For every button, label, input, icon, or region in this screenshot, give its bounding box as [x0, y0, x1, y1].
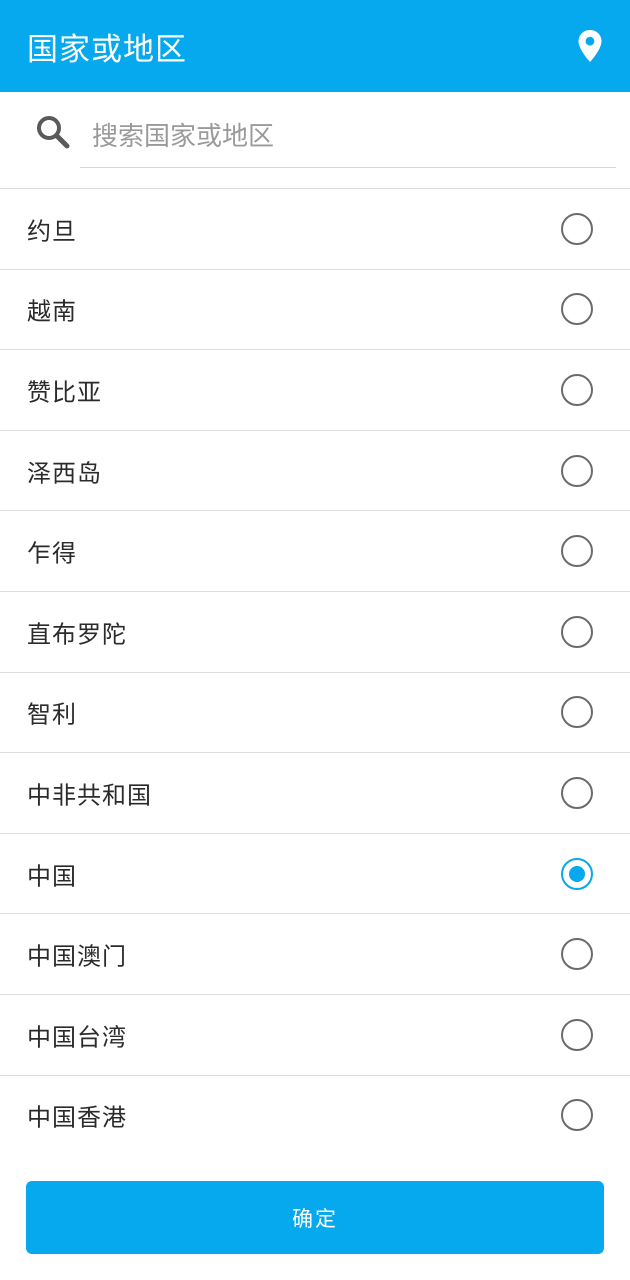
list-item[interactable]: 中国澳门 — [0, 914, 630, 995]
page-title: 国家或地区 — [27, 31, 187, 68]
country-label: 乍得 — [27, 539, 77, 568]
country-label: 约旦 — [27, 217, 77, 246]
country-label: 中国台湾 — [27, 1023, 127, 1052]
search-input[interactable] — [80, 106, 616, 168]
radio-dot — [569, 865, 585, 882]
radio-button[interactable] — [561, 776, 593, 809]
radio-button[interactable] — [561, 293, 593, 326]
list-item[interactable]: 中国 — [0, 834, 630, 915]
radio-button[interactable] — [561, 696, 593, 729]
list-item[interactable]: 约旦 — [0, 189, 630, 270]
radio-button[interactable] — [561, 212, 593, 245]
country-list: 约旦 越南 赞比亚 泽西岛 乍得 直布罗陀 智利 中非共和国 中国 中国澳门 中… — [0, 189, 630, 1155]
country-label: 赞比亚 — [27, 378, 102, 407]
search-bar — [0, 92, 630, 172]
map-pin-icon[interactable] — [576, 28, 604, 64]
radio-button[interactable] — [561, 535, 593, 568]
confirm-button[interactable]: 确定 — [26, 1181, 604, 1254]
country-label: 中非共和国 — [27, 781, 152, 810]
list-item[interactable]: 中国香港 — [0, 1076, 630, 1156]
radio-button[interactable] — [561, 1099, 593, 1132]
radio-button[interactable] — [561, 1018, 593, 1051]
radio-button[interactable] — [561, 454, 593, 487]
app-header: 国家或地区 — [0, 0, 630, 92]
radio-button[interactable] — [561, 373, 593, 406]
list-item[interactable]: 中非共和国 — [0, 753, 630, 834]
list-item[interactable]: 直布罗陀 — [0, 592, 630, 673]
list-item[interactable]: 乍得 — [0, 511, 630, 592]
radio-button[interactable] — [561, 938, 593, 971]
country-label: 越南 — [27, 297, 77, 326]
search-icon — [35, 114, 71, 150]
list-item[interactable]: 赞比亚 — [0, 350, 630, 431]
country-label: 中国澳门 — [27, 942, 127, 971]
radio-button[interactable] — [561, 615, 593, 648]
country-label: 泽西岛 — [27, 459, 102, 488]
radio-button[interactable] — [561, 857, 593, 890]
country-label: 智利 — [27, 700, 77, 729]
list-item[interactable]: 越南 — [0, 270, 630, 351]
country-label: 中国 — [27, 862, 77, 891]
country-label: 直布罗陀 — [27, 620, 127, 649]
list-item[interactable]: 智利 — [0, 673, 630, 754]
country-label: 中国香港 — [27, 1103, 127, 1132]
list-item[interactable]: 中国台湾 — [0, 995, 630, 1076]
list-item[interactable]: 泽西岛 — [0, 431, 630, 512]
country-picker-screen: 国家或地区 约旦 越南 赞比亚 — [0, 0, 630, 1280]
